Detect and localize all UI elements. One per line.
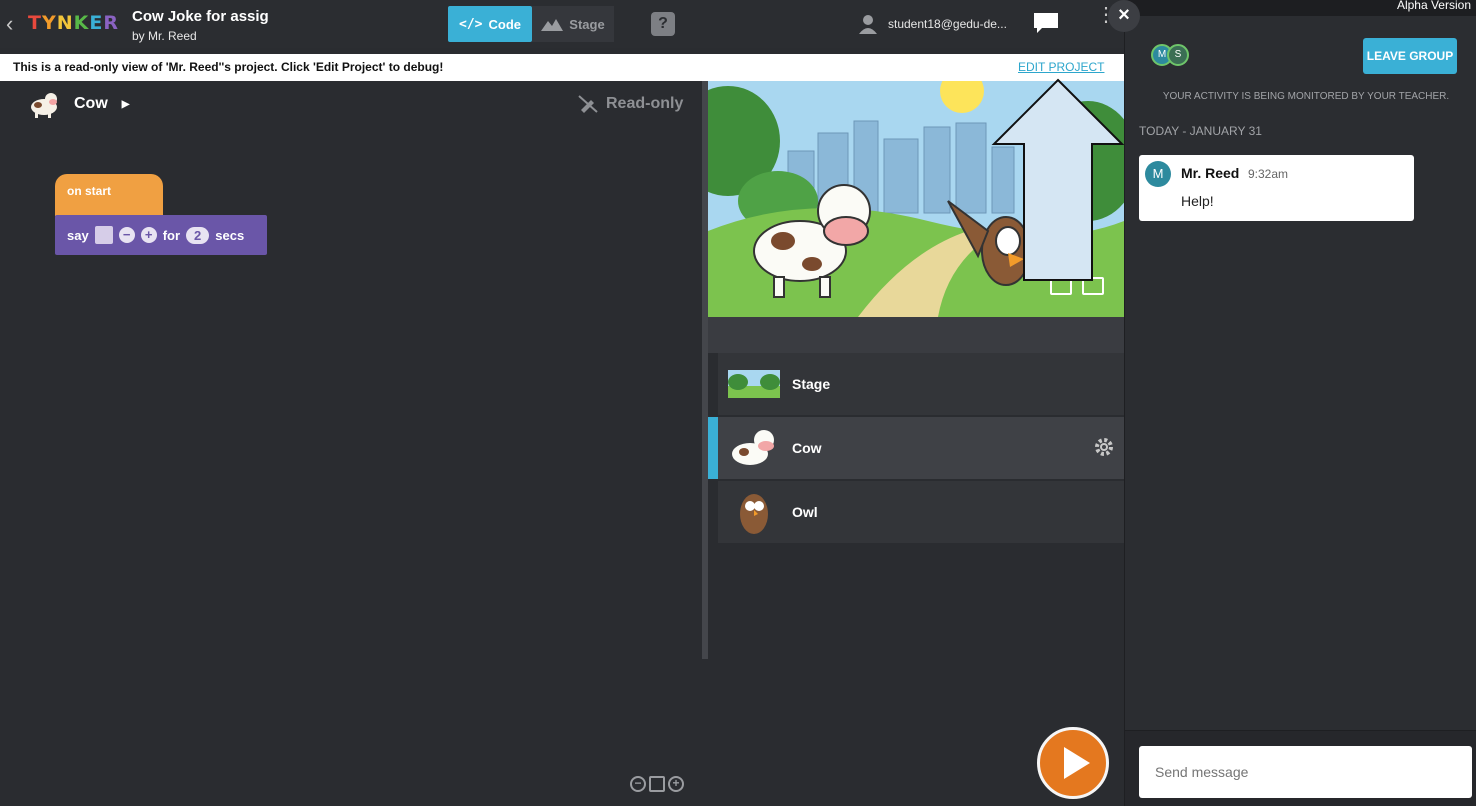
stage-toolbar-strip <box>708 317 1124 353</box>
tynker-logo: TYNKER <box>28 12 119 34</box>
selected-indicator <box>708 417 718 479</box>
top-bar: ‹ TYNKER Cow Joke for assig by Mr. Reed … <box>0 0 1124 48</box>
up-arrow-annotation <box>991 78 1125 281</box>
user-icon <box>859 15 877 34</box>
avatar: S <box>1167 44 1189 66</box>
sprite-item-owl[interactable]: Owl <box>718 481 1124 543</box>
cow-thumbnail-icon <box>732 430 774 465</box>
sprite-name: Cow <box>74 95 108 112</box>
stage-thumbnail-icon <box>728 370 780 398</box>
code-workspace[interactable]: Cow ▶ Read-only on start say − + for 2 s… <box>0 81 708 806</box>
close-icon[interactable]: × <box>1108 0 1140 32</box>
message-author: Mr. Reed <box>1181 165 1240 181</box>
date-divider: TODAY - JANUARY 31 <box>1139 124 1262 138</box>
send-message-input[interactable] <box>1139 746 1472 798</box>
tab-stage-label: Stage <box>569 16 605 32</box>
sprite-breadcrumb[interactable]: Cow ▶ <box>28 89 129 119</box>
message-text: Help! <box>1181 193 1214 209</box>
tab-code[interactable]: </> Code <box>448 6 532 42</box>
tab-code-label: Code <box>488 16 521 32</box>
secs-label: secs <box>215 227 245 243</box>
play-icon <box>1064 747 1090 779</box>
sprite-item-stage[interactable]: Stage <box>718 353 1124 415</box>
on-start-block[interactable]: on start <box>55 174 163 216</box>
zoom-in-icon[interactable]: + <box>668 776 684 792</box>
banner-message: This is a read-only view of 'Mr. Reed''s… <box>13 60 444 74</box>
chat-panel: Alpha Version M S LEAVE GROUP YOUR ACTIV… <box>1124 0 1476 806</box>
user-account[interactable]: student18@gedu-de... <box>858 14 1007 34</box>
say-text-slot[interactable] <box>94 226 113 244</box>
back-chevron-icon[interactable]: ‹ <box>6 13 20 35</box>
chat-message: M Mr. Reed 9:32am Help! <box>1139 155 1414 221</box>
zoom-out-icon[interactable]: − <box>630 776 646 792</box>
tab-stage[interactable]: Stage <box>532 6 614 42</box>
cow-sprite-icon <box>31 93 57 118</box>
say-label: say <box>67 227 89 243</box>
mountain-icon <box>541 19 564 31</box>
read-only-label: Read-only <box>606 95 684 112</box>
zoom-controls: − + <box>630 776 684 792</box>
secs-value[interactable]: 2 <box>186 226 210 244</box>
message-time: 9:32am <box>1248 167 1289 181</box>
read-only-banner: This is a read-only view of 'Mr. Reed''s… <box>0 54 1124 81</box>
avatar: M <box>1145 161 1171 187</box>
code-brackets-icon: </> <box>459 16 483 32</box>
for-label: for <box>162 227 181 243</box>
pencil-slash-icon <box>578 95 598 113</box>
minus-icon[interactable]: − <box>118 227 135 243</box>
gear-icon[interactable] <box>1094 437 1114 457</box>
leave-group-button[interactable]: LEAVE GROUP <box>1363 38 1457 74</box>
user-email: student18@gedu-de... <box>888 17 1007 31</box>
sprite-item-label: Owl <box>792 504 818 520</box>
say-block[interactable]: say − + for 2 secs <box>55 215 267 255</box>
sprite-item-label: Cow <box>792 440 822 456</box>
chat-bubble-icon[interactable] <box>1033 12 1059 34</box>
zoom-reset-icon[interactable] <box>649 776 665 792</box>
owl-thumbnail-icon <box>740 494 768 534</box>
group-avatars: M S <box>1151 44 1189 66</box>
edit-project-link[interactable]: EDIT PROJECT <box>1018 60 1104 74</box>
alpha-version-label: Alpha Version <box>1396 0 1471 12</box>
play-button[interactable] <box>1037 727 1109 799</box>
monitoring-notice: YOUR ACTIVITY IS BEING MONITORED BY YOUR… <box>1162 91 1450 102</box>
sprite-item-label: Stage <box>792 376 831 392</box>
caret-right-icon: ▶ <box>121 98 130 110</box>
help-icon[interactable]: ? <box>651 12 675 36</box>
project-title: Cow Joke for assig <box>132 8 268 25</box>
plus-icon[interactable]: + <box>140 227 157 243</box>
project-author: by Mr. Reed <box>132 29 197 43</box>
sprite-item-cow[interactable]: Cow <box>718 417 1124 479</box>
read-only-indicator: Read-only <box>578 95 683 113</box>
